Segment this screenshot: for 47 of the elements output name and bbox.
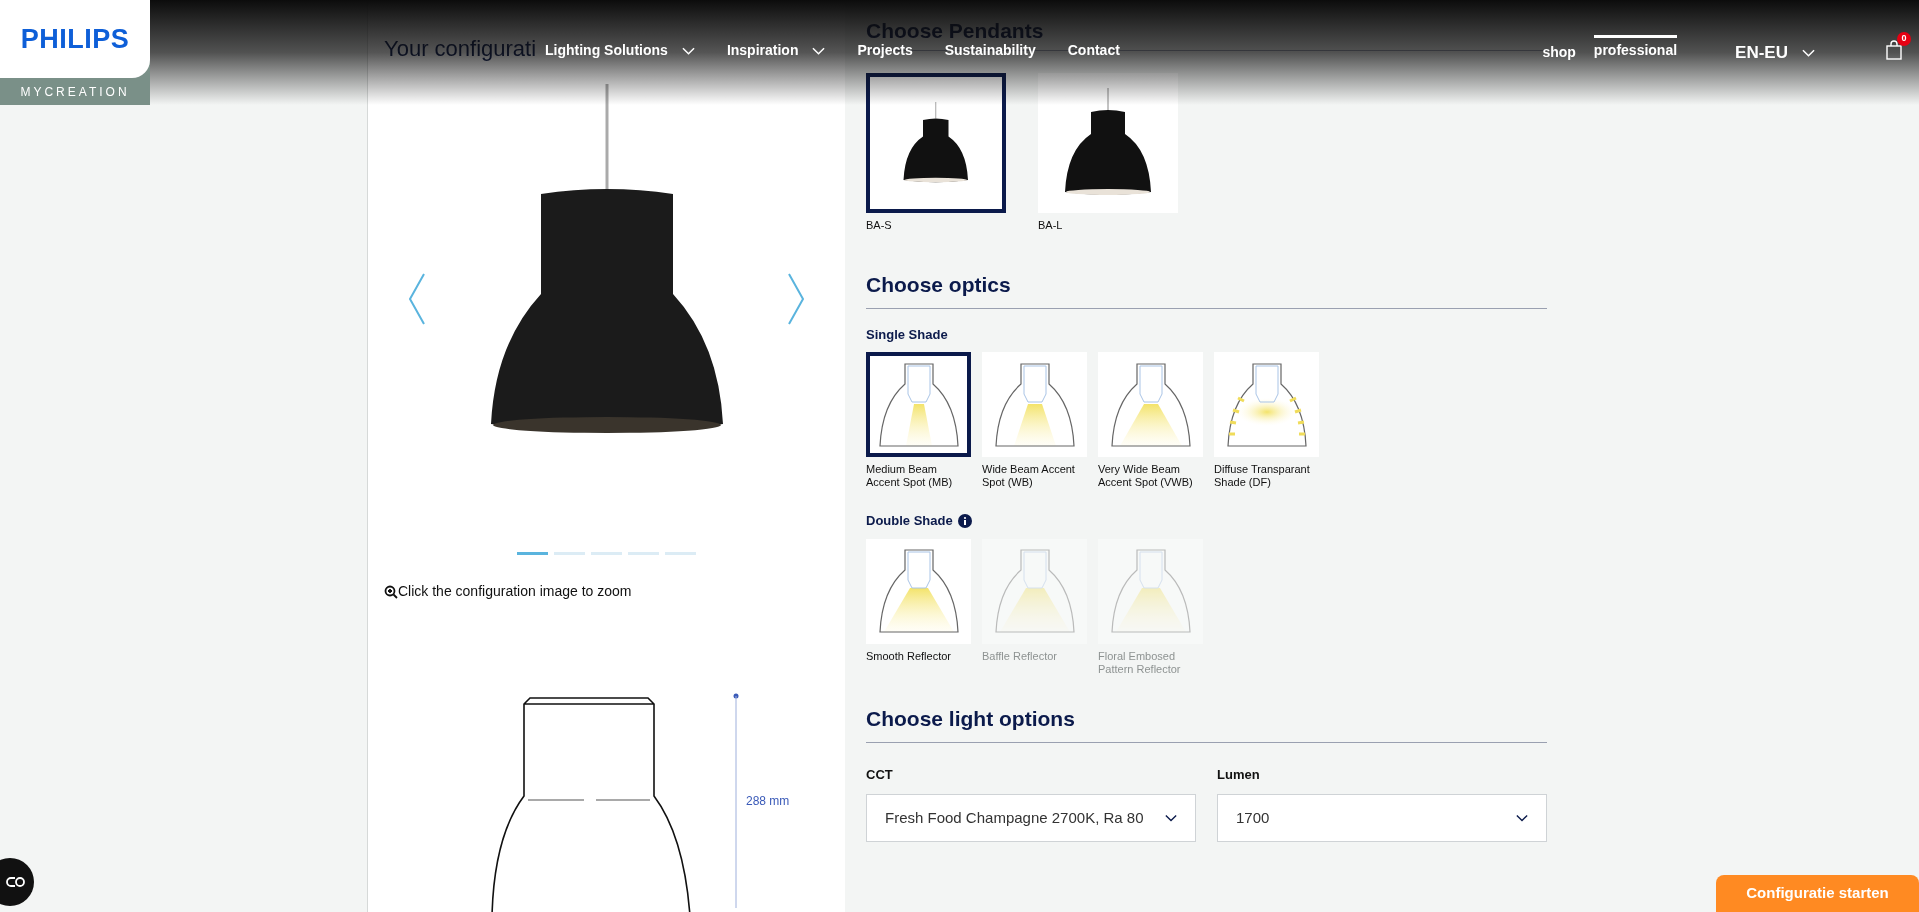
- panel-title: Your configurati: [384, 35, 537, 63]
- nav-link[interactable]: Contact: [1067, 40, 1120, 61]
- chat-button[interactable]: [0, 858, 34, 906]
- field-label: CCT: [866, 765, 893, 784]
- chevron-down-icon: [812, 46, 826, 55]
- logo-wordmark: PHILIPS: [20, 22, 130, 56]
- section-heading: Choose optics: [866, 271, 1012, 298]
- loop-icon: [6, 876, 26, 888]
- chevron-left-icon[interactable]: [408, 273, 426, 325]
- nav-link[interactable]: Sustainability: [944, 40, 1036, 61]
- pendant-option[interactable]: [866, 73, 1006, 213]
- pendant-option[interactable]: [1038, 73, 1178, 213]
- chevron-down-icon: [1165, 814, 1177, 822]
- option-label: Very Wide Beam Accent Spot (VWB): [1098, 463, 1194, 489]
- dimension-label: 288 mm: [746, 793, 790, 810]
- option-label: BA-L: [1038, 218, 1063, 233]
- nav-link[interactable]: Inspiration: [726, 40, 826, 61]
- option-label: Floral Embosed Pattern Reflector: [1098, 649, 1182, 676]
- zoom-hint: Click the configuration image to zoom: [398, 582, 632, 601]
- nav-link[interactable]: Lighting Solutions: [545, 40, 695, 61]
- zoom-in-icon: [384, 584, 398, 599]
- group-heading: Single Shade: [866, 325, 948, 344]
- option-label: Wide Beam Accent Spot (WB): [982, 463, 1076, 489]
- option-label: Smooth Reflector: [866, 649, 952, 663]
- dropdown-field[interactable]: 1700: [1217, 794, 1547, 842]
- chevron-down-icon: [1802, 48, 1815, 57]
- nav-link[interactable]: Projects: [857, 40, 913, 61]
- brand-logo[interactable]: PHILIPS MYCREATION: [0, 0, 150, 105]
- site-tab[interactable]: professional: [1593, 35, 1678, 61]
- option-label: Diffuse Transparant Shade (DF): [1214, 463, 1311, 489]
- group-heading: Double Shade: [866, 512, 953, 530]
- option-label: BA-S: [866, 218, 892, 233]
- option-label: Baffle Reflector: [982, 649, 1058, 663]
- chevron-down-icon: [681, 46, 695, 55]
- site-tab[interactable]: shop: [1542, 40, 1576, 63]
- language-selector[interactable]: EN-EU: [1735, 40, 1815, 66]
- optic-option[interactable]: [866, 352, 971, 457]
- logo-subtitle: MYCREATION: [20, 83, 130, 101]
- chevron-right-icon[interactable]: [787, 273, 805, 325]
- option-label: Medium Beam Accent Spot (MB): [866, 463, 954, 489]
- section-heading: Choose light options: [866, 705, 1076, 732]
- chevron-down-icon: [1516, 814, 1528, 822]
- info-icon[interactable]: [957, 513, 972, 528]
- dropdown-field[interactable]: Fresh Food Champagne 2700K, Ra 80: [866, 794, 1196, 842]
- shopping-bag-icon[interactable]: [1885, 40, 1903, 60]
- cart-count: 0: [1897, 32, 1911, 46]
- field-label: Lumen: [1217, 765, 1260, 784]
